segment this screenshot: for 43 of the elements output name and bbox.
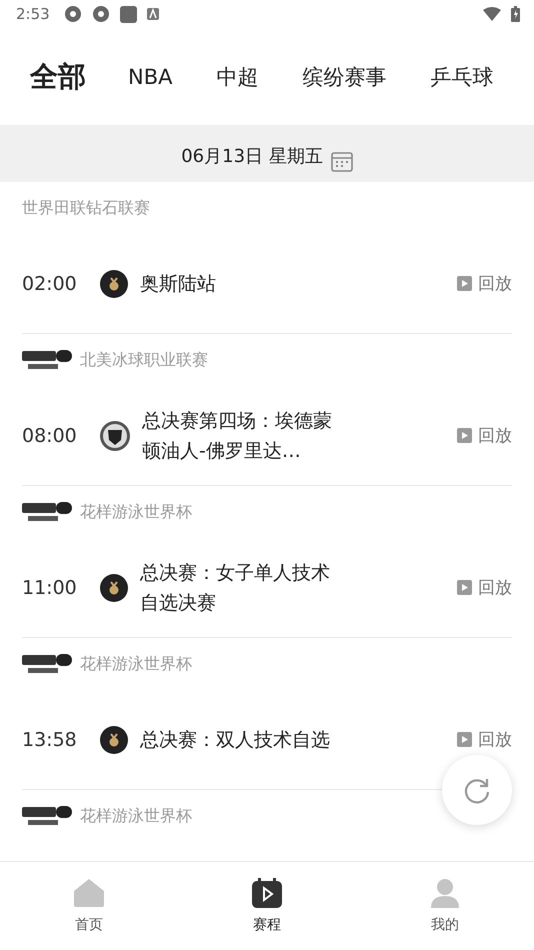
league-name: 北美冰球职业联赛	[80, 350, 208, 370]
battery-icon	[511, 6, 520, 22]
match-time: 08:00	[22, 424, 78, 446]
nav-tab[interactable]: 首页	[0, 862, 178, 950]
league-name: 花样游泳世界杯	[80, 502, 192, 522]
match-title[interactable]: 总决赛：女子单人技术自选决赛	[140, 558, 330, 618]
date-label: 06月13日 星期五	[181, 144, 323, 168]
play-icon	[457, 428, 472, 443]
replay-button[interactable]: 回放	[457, 272, 512, 295]
nav-tab[interactable]: 我的	[356, 862, 534, 950]
calendar-icon[interactable]	[330, 150, 353, 172]
match-time: 02:00	[22, 272, 78, 294]
keyboard-icon	[146, 8, 159, 20]
play-icon	[457, 732, 472, 747]
replay-button[interactable]: 回放	[457, 728, 512, 751]
play-icon	[457, 276, 472, 291]
match-title[interactable]: 奥斯陆站	[140, 268, 330, 298]
nav-tab[interactable]: 赛程	[178, 862, 356, 950]
square-icon	[120, 6, 137, 22]
category-tab[interactable]: 乒乓球	[430, 62, 494, 90]
match-title[interactable]: 总决赛第四场：埃德蒙顿油人-佛罗里达…	[142, 406, 332, 466]
medal-icon	[100, 726, 128, 754]
refresh-icon	[463, 776, 491, 804]
medal-icon	[100, 574, 128, 602]
play-icon	[457, 580, 472, 595]
league-name: 世界田联钻石联赛	[22, 198, 150, 218]
aperture-icon	[64, 5, 82, 23]
status-time: 2:53	[16, 5, 50, 23]
aperture-icon	[92, 5, 110, 23]
category-tab[interactable]: 缤纷赛事	[302, 62, 386, 90]
replay-button[interactable]: 回放	[457, 424, 512, 447]
league-name: 花样游泳世界杯	[80, 654, 192, 674]
category-tab[interactable]: 全部	[30, 58, 86, 96]
match-time: 13:58	[22, 728, 78, 750]
replay-button[interactable]: 回放	[457, 576, 512, 599]
match-title[interactable]: 总决赛：双人技术自选	[140, 724, 330, 754]
medal-icon	[100, 270, 128, 298]
wifi-icon	[483, 7, 501, 21]
match-time: 11:00	[22, 576, 78, 598]
category-tab[interactable]: 中超	[216, 62, 258, 90]
league-name: 花样游泳世界杯	[80, 806, 192, 826]
shield-icon	[100, 420, 130, 450]
category-tab[interactable]: NBA	[128, 64, 172, 88]
